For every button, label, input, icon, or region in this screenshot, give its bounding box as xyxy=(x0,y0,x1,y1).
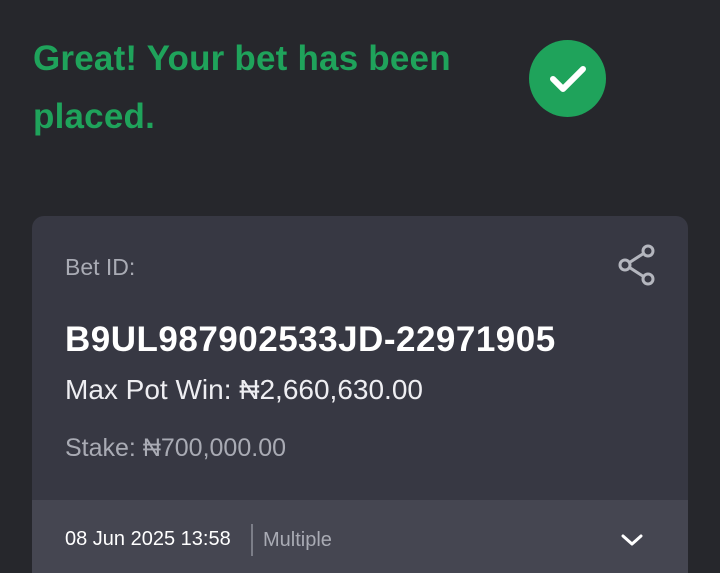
stake-amount: Stake: ₦700,000.00 xyxy=(65,434,286,462)
share-button[interactable] xyxy=(614,242,660,288)
bet-summary-card: Bet ID: B9UL987902533JD-22971905 Max Pot… xyxy=(32,216,688,573)
expand-button[interactable] xyxy=(614,522,650,558)
bet-type: Multiple xyxy=(263,529,332,551)
success-title: Great! Your bet has been placed. xyxy=(33,39,451,136)
bet-id-value: B9UL987902533JD-22971905 xyxy=(65,320,556,359)
bet-id-label: Bet ID: xyxy=(65,254,136,280)
bet-date: 08 Jun 2025 13:58 xyxy=(65,528,231,550)
check-circle-icon xyxy=(529,40,606,117)
share-icon xyxy=(618,244,655,286)
chevron-down-icon xyxy=(621,534,643,546)
bet-confirmation-screen: Great! Your bet has been placed. Bet ID:… xyxy=(0,0,720,573)
bet-footer: 08 Jun 2025 13:58 Multiple xyxy=(32,500,688,573)
footer-divider xyxy=(251,524,253,556)
max-pot-win: Max Pot Win: ₦2,660,630.00 xyxy=(65,374,423,405)
